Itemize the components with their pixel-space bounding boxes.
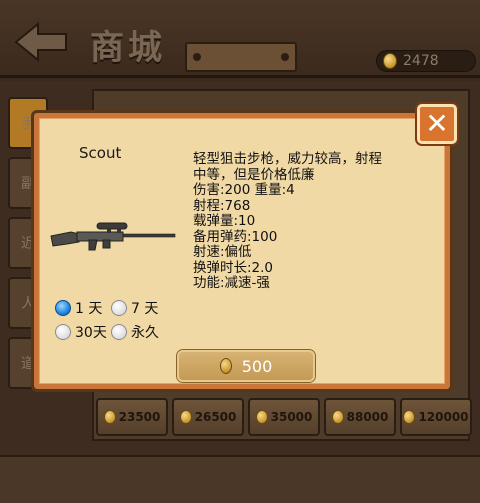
price-chip[interactable]: 35000 (248, 398, 320, 436)
duration-radio-30-days[interactable]: 30天 (55, 322, 107, 342)
duration-radio-1-day[interactable]: 1 天 (55, 298, 102, 318)
price-chip-value: 23500 (118, 410, 161, 424)
buy-button[interactable]: 500 (177, 350, 315, 382)
duration-radio-7-days[interactable]: 7 天 (111, 298, 158, 318)
description-line: 功能:减速-强 (193, 275, 270, 291)
currency-display: 2478 (376, 50, 476, 72)
description-line: 载弹量:10 (193, 213, 256, 229)
close-button[interactable]: ✕ (417, 104, 457, 144)
close-icon: ✕ (425, 107, 449, 140)
price-chip-value: 35000 (270, 410, 313, 424)
radio-unchecked-icon (111, 324, 127, 340)
duration-label: 1 天 (75, 301, 103, 317)
description-line: 备用弹药:100 (193, 228, 278, 245)
description-line: 中等，但是价格低廉 (193, 166, 315, 183)
buy-price: 500 (241, 356, 273, 376)
price-chip-value: 26500 (194, 410, 237, 424)
duration-radio-permanent[interactable]: 永久 (111, 322, 159, 342)
price-row: 23500 26500 35000 88000 120000 (96, 398, 472, 438)
coin-icon (331, 410, 344, 424)
price-chip[interactable]: 26500 (172, 398, 244, 436)
price-chip[interactable]: 88000 (324, 398, 396, 436)
coin-icon (255, 410, 268, 424)
back-arrow-icon[interactable] (14, 22, 68, 62)
price-chip[interactable]: 120000 (400, 398, 472, 436)
currency-value: 2478 (403, 53, 439, 69)
weapon-description: 轻型狙击步枪，威力较高，射程 中等，但是价格低廉 伤害:200 重量:4 射程:… (193, 151, 443, 292)
description-line: 伤害:200 重量:4 (193, 182, 295, 198)
radio-unchecked-icon (55, 324, 71, 340)
duration-label: 7 天 (131, 301, 159, 317)
radio-unchecked-icon (111, 300, 127, 316)
page-title: 商城 (90, 28, 166, 68)
weapon-detail-dialog: Scout 轻型狙击步枪，威力较高，射程 中等，但是价格低廉 伤害:200 重量… (31, 110, 453, 392)
description-line: 换弹时长:2.0 (193, 259, 274, 276)
description-line: 轻型狙击步枪，威力较高，射程 (193, 151, 382, 167)
price-chip-value: 88000 (346, 410, 389, 424)
decorative-plank (185, 42, 297, 72)
coin-icon (403, 410, 416, 424)
top-bar: 商城 2478 (0, 0, 480, 78)
weapon-name: Scout (79, 144, 122, 162)
price-chip-value: 120000 (418, 410, 469, 424)
description-line: 射速:偏低 (193, 244, 252, 260)
price-chip[interactable]: 23500 (96, 398, 168, 436)
coin-icon (383, 53, 397, 69)
duration-label: 永久 (131, 325, 159, 341)
radio-checked-icon (55, 300, 71, 316)
sniper-rifle-icon (50, 222, 176, 251)
bottom-strip (0, 455, 480, 503)
description-line: 射程:768 (193, 197, 251, 214)
duration-label: 30天 (75, 325, 107, 341)
coin-icon (103, 410, 116, 424)
coin-icon (219, 358, 232, 374)
coin-icon (179, 410, 192, 424)
